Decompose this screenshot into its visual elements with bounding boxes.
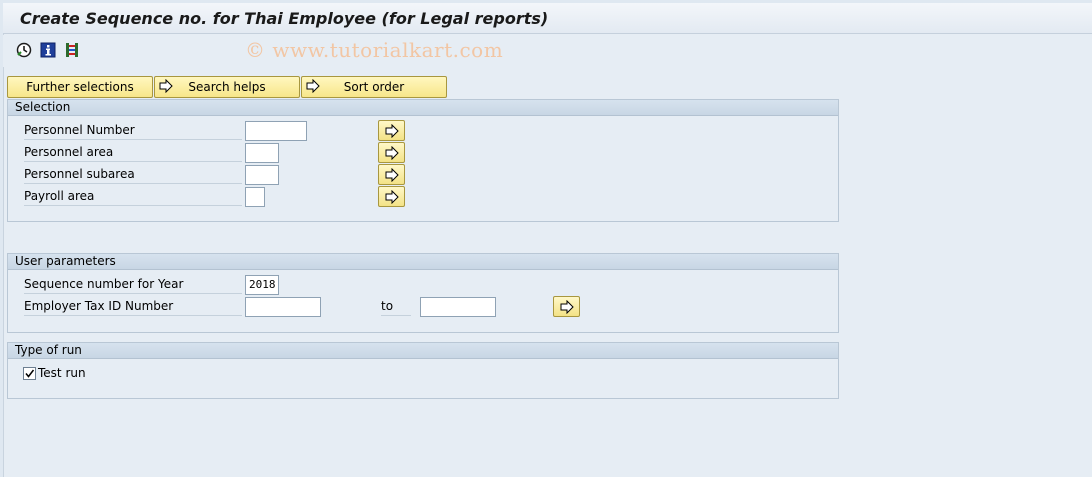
window-frame xyxy=(3,3,1092,477)
sequence-year-field[interactable]: 2018 xyxy=(245,275,279,295)
personnel-subarea-label: Personnel subarea xyxy=(24,165,242,184)
type-of-run-group: Type of run xyxy=(7,342,839,399)
employer-tax-id-label: Employer Tax ID Number xyxy=(24,297,242,316)
employer-tax-id-multiple-selection-button[interactable] xyxy=(553,296,580,317)
payroll-area-label: Payroll area xyxy=(24,187,242,206)
employer-tax-id-from-field[interactable] xyxy=(245,297,321,317)
employer-tax-id-to-field[interactable] xyxy=(420,297,496,317)
sort-order-label: Sort order xyxy=(343,80,405,94)
arrow-right-icon xyxy=(159,79,173,93)
personnel-subarea-multiple-selection-button[interactable] xyxy=(378,164,405,185)
arrow-right-icon xyxy=(385,124,399,138)
personnel-subarea-field[interactable] xyxy=(245,165,279,185)
personnel-number-label: Personnel Number xyxy=(24,121,242,140)
execute-clock-icon[interactable] xyxy=(16,42,32,58)
sort-order-button[interactable]: Sort order xyxy=(301,76,447,98)
arrow-right-icon xyxy=(385,146,399,160)
personnel-number-field[interactable] xyxy=(245,121,307,141)
to-label: to xyxy=(381,297,411,316)
personnel-area-field[interactable] xyxy=(245,143,279,163)
arrow-right-icon xyxy=(306,79,320,93)
personnel-area-label: Personnel area xyxy=(24,143,242,162)
info-icon[interactable] xyxy=(40,42,56,58)
further-selections-label: Further selections xyxy=(26,80,134,94)
search-helps-button[interactable]: Search helps xyxy=(154,76,300,98)
watermark: © www.tutorialkart.com xyxy=(245,38,504,62)
sequence-year-label: Sequence number for Year xyxy=(24,275,242,294)
test-run-label: Test run xyxy=(38,366,86,380)
further-selections-button[interactable]: Further selections xyxy=(7,76,153,98)
test-run-checkbox[interactable] xyxy=(23,367,36,380)
user-parameters-group-title: User parameters xyxy=(8,254,838,270)
personnel-area-multiple-selection-button[interactable] xyxy=(378,142,405,163)
arrow-right-icon xyxy=(560,300,574,314)
checkmark-icon xyxy=(25,369,35,378)
search-helps-label: Search helps xyxy=(188,80,266,94)
page-title: Create Sequence no. for Thai Employee (f… xyxy=(20,9,549,28)
payroll-area-field[interactable] xyxy=(245,187,265,207)
selection-options-icon[interactable] xyxy=(64,42,80,58)
payroll-area-multiple-selection-button[interactable] xyxy=(378,186,405,207)
type-of-run-group-title: Type of run xyxy=(8,343,838,359)
application-toolbar xyxy=(3,35,1092,67)
arrow-right-icon xyxy=(385,168,399,182)
selection-group-title: Selection xyxy=(8,100,838,116)
arrow-right-icon xyxy=(385,190,399,204)
title-bar: Create Sequence no. for Thai Employee (f… xyxy=(3,3,1092,34)
personnel-number-multiple-selection-button[interactable] xyxy=(378,120,405,141)
